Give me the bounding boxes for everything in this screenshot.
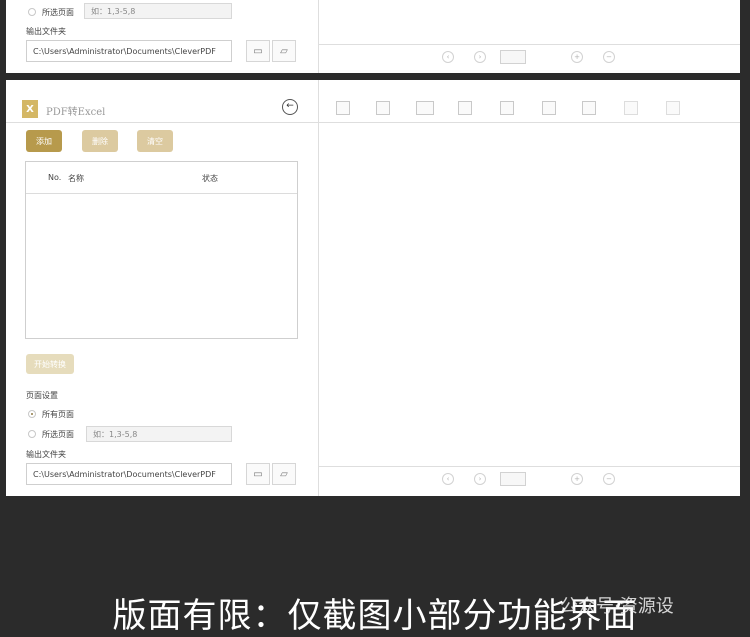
prev-page-icon[interactable]: ‹ — [442, 51, 454, 63]
output-folder-field[interactable]: C:\Users\Administrator\Documents\CleverP… — [26, 40, 232, 62]
output-folder-field[interactable]: C:\Users\Administrator\Documents\CleverP… — [26, 463, 232, 485]
next-page-icon[interactable]: › — [474, 473, 486, 485]
top-window: 所选页面 如：1,3-5,8 输出文件夹 C:\Users\Administra… — [6, 0, 740, 73]
zoom-in-icon[interactable]: + — [571, 51, 583, 63]
folder-open-icon[interactable]: ▱ — [272, 40, 296, 62]
excel-icon-letter: X — [26, 103, 34, 115]
folder-icon[interactable]: ▭ — [246, 463, 270, 485]
window-title: PDF转Excel — [46, 107, 106, 118]
folder-icon[interactable]: ▭ — [246, 40, 270, 62]
column-no: No. — [48, 173, 62, 182]
prev-page-icon[interactable]: ‹ — [442, 473, 454, 485]
watermark: 公众号·资源设 — [560, 596, 674, 617]
file-list-table[interactable]: No. 名称 状态 — [25, 161, 298, 339]
page-settings-icon[interactable] — [582, 101, 596, 115]
clear-button[interactable]: 清空 — [137, 130, 173, 152]
all-pages-radio[interactable] — [28, 410, 36, 418]
column-name: 名称 — [68, 174, 84, 183]
blank-page-icon[interactable] — [500, 101, 514, 115]
back-arrow-icon[interactable]: ← — [282, 99, 298, 115]
remove-button[interactable]: 删除 — [82, 130, 118, 152]
vertical-divider — [318, 80, 319, 496]
folder-open-icon[interactable]: ▱ — [272, 463, 296, 485]
page-range-input[interactable]: 如：1,3-5,8 — [84, 3, 232, 19]
page-number-box[interactable] — [500, 472, 526, 486]
page-range-input[interactable]: 如：1,3-5,8 — [86, 426, 232, 442]
add-button[interactable]: 添加 — [26, 130, 62, 152]
zoom-out-icon[interactable]: − — [603, 51, 615, 63]
zoom-tool-icon[interactable] — [336, 101, 350, 115]
column-split-icon[interactable] — [666, 101, 680, 115]
preview-bottom-bar-line — [319, 466, 740, 467]
all-pages-label: 所有页面 — [42, 410, 74, 419]
preview-bottom-bar-line — [319, 44, 740, 45]
selected-pages-radio[interactable] — [28, 8, 36, 16]
column-status: 状态 — [202, 174, 218, 183]
vertical-divider — [318, 0, 319, 73]
table-settings-icon[interactable] — [458, 101, 472, 115]
page-icon[interactable] — [542, 101, 556, 115]
image-tool-icon[interactable] — [416, 101, 434, 115]
page-number-box[interactable] — [500, 50, 526, 64]
zoom-in-icon[interactable]: + — [571, 473, 583, 485]
select-region-icon[interactable] — [376, 101, 390, 115]
row-split-icon[interactable] — [624, 101, 638, 115]
output-folder-label: 输出文件夹 — [26, 450, 66, 459]
table-header — [26, 162, 297, 194]
selected-pages-label: 所选页面 — [42, 430, 74, 439]
page-settings-label: 页面设置 — [26, 391, 58, 400]
start-convert-button[interactable]: 开始转换 — [26, 354, 74, 374]
pdf-to-excel-window: X PDF转Excel ← 添加 删除 清空 No. 名称 状态 开始转换 页面… — [6, 80, 740, 496]
selected-pages-label: 所选页面 — [42, 8, 74, 17]
header-line — [6, 122, 740, 123]
excel-app-icon: X — [22, 100, 38, 118]
output-folder-label: 输出文件夹 — [26, 27, 66, 36]
next-page-icon[interactable]: › — [474, 51, 486, 63]
selected-pages-radio[interactable] — [28, 430, 36, 438]
zoom-out-icon[interactable]: − — [603, 473, 615, 485]
